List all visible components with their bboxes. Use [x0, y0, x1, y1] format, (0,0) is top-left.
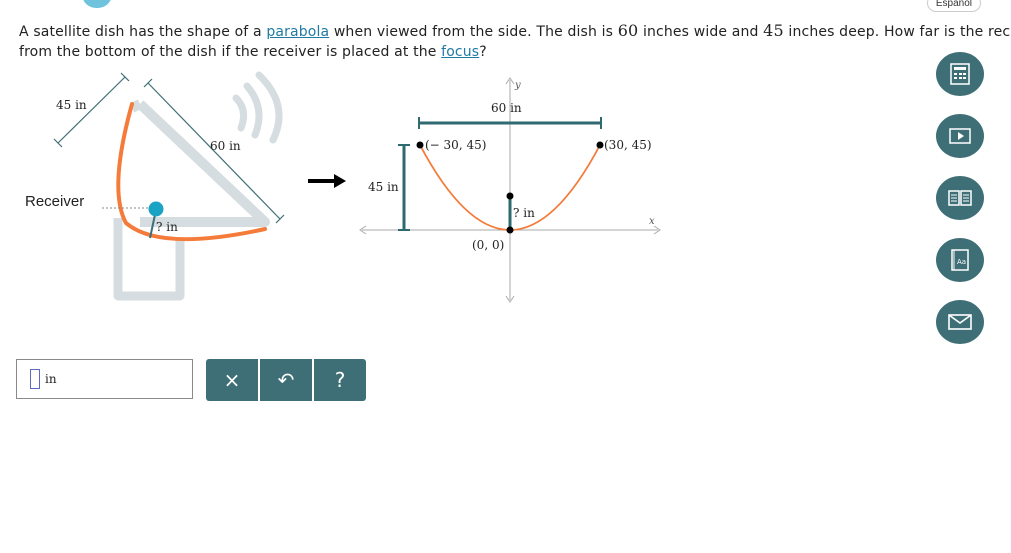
label-45in-graph: 45 in	[368, 180, 399, 194]
focus-point	[506, 192, 514, 200]
point-right-label: (30, 45)	[604, 138, 652, 152]
glossary-button[interactable]: Aa	[936, 238, 984, 282]
label-unknown-graph: ? in	[513, 206, 535, 220]
answer-input[interactable]: in	[16, 359, 193, 399]
clear-button[interactable]: ×	[206, 359, 258, 401]
point-left-label: (− 30, 45)	[425, 138, 486, 152]
answer-cursor[interactable]	[30, 369, 40, 389]
calculator-icon	[950, 63, 970, 85]
calculator-button[interactable]	[936, 52, 984, 96]
satellite-dish-illustration: 45 in 60 in Receiver ? in	[25, 71, 285, 301]
x-axis-label: x	[649, 216, 655, 227]
point-origin-label: (0, 0)	[472, 238, 504, 252]
point-origin	[506, 226, 514, 234]
signal-wave-icon	[255, 71, 283, 144]
video-icon	[949, 128, 971, 144]
point-right	[596, 141, 604, 149]
video-button[interactable]	[936, 114, 984, 158]
answer-unit: in	[45, 372, 57, 386]
signal-wave-icon	[232, 94, 248, 132]
label-unknown-left: ? in	[156, 220, 178, 234]
signal-wave-icon	[243, 82, 263, 139]
answer-actions: × ↶ ?	[206, 359, 366, 401]
svg-text:Aa: Aa	[957, 258, 966, 266]
textbook-button[interactable]	[936, 176, 984, 220]
point-left	[416, 141, 424, 149]
receiver-dot	[148, 201, 164, 217]
parabola-graph: y x 60 in 45 in ? in (− 30, 45) (30, 45)…	[359, 77, 661, 303]
undo-button[interactable]: ↶	[258, 359, 312, 401]
label-60in-graph: 60 in	[491, 101, 522, 115]
right-arrow-icon	[308, 174, 346, 188]
help-button[interactable]: ?	[312, 359, 366, 401]
message-icon	[948, 314, 972, 330]
label-60in: 60 in	[210, 139, 241, 153]
textbook-icon	[948, 190, 972, 206]
glossary-icon: Aa	[951, 249, 969, 271]
problem-figure: 45 in 60 in Receiver ? in y x 60 in 45 i…	[25, 71, 661, 303]
y-axis-label: y	[514, 80, 521, 91]
receiver-label: Receiver	[25, 193, 84, 210]
label-45in: 45 in	[56, 98, 87, 112]
message-button[interactable]	[936, 300, 984, 344]
